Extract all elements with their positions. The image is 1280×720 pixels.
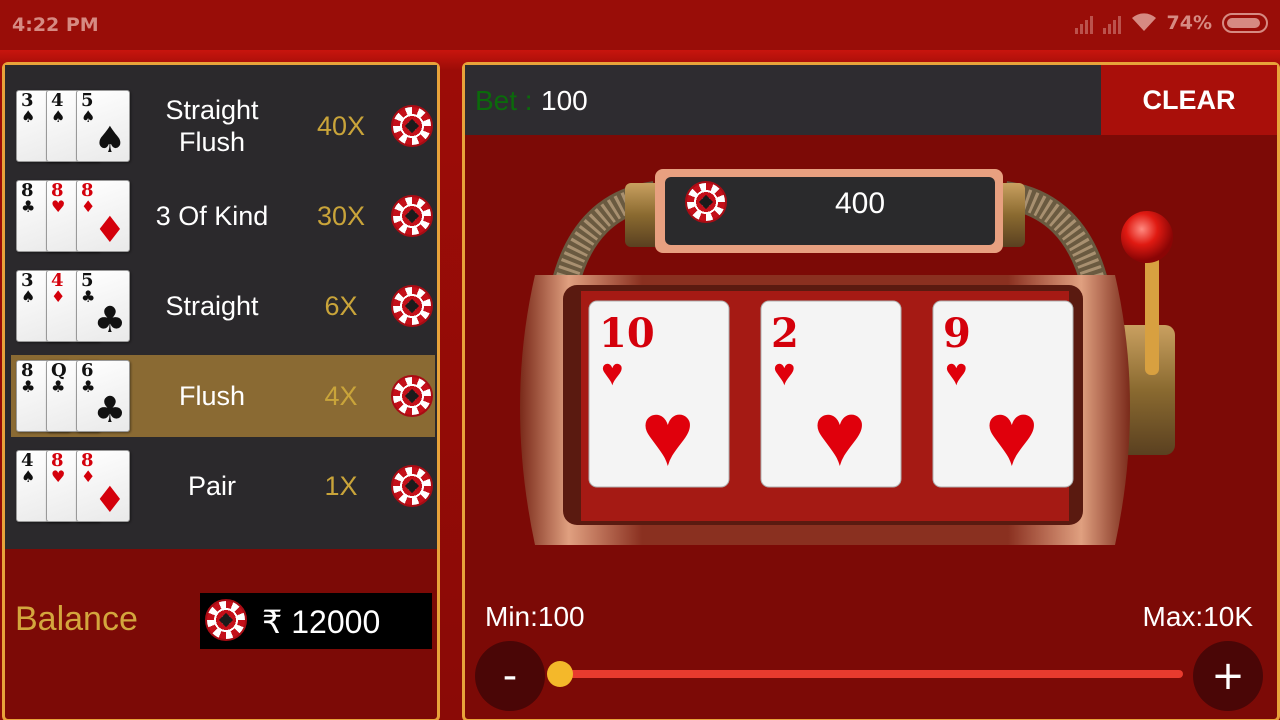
status-time: 4:22 PM bbox=[12, 14, 99, 36]
card-hand: 4 ♠ 8 ♥ 8 ♦ ♦ bbox=[16, 450, 136, 524]
payout-multiplier: 1X bbox=[324, 470, 358, 501]
paytable-row: 8 ♣ 8 ♥ 8 ♦ ♦ 3 Of Kind 30X bbox=[11, 175, 435, 257]
battery-percent: 74% bbox=[1166, 12, 1212, 34]
heart-icon: ♥ bbox=[641, 385, 694, 485]
reel-card: 10♥♥ bbox=[588, 300, 730, 488]
paytable-row: 3 ♠ 4 ♠ 5 ♠ ♠ Straight Flush 40X bbox=[11, 85, 435, 167]
balance-display: ₹ 12000 bbox=[200, 593, 432, 649]
battery-icon bbox=[1222, 13, 1268, 33]
card-suit-icon: ♥ bbox=[51, 467, 66, 486]
paytable-row: 3 ♠ 4 ♦ 5 ♣ ♣ Straight 6X bbox=[11, 265, 435, 347]
signal-icon bbox=[1102, 12, 1121, 34]
right-panel: Bet : 100 CLEAR 10 ♥ ♥ 2 ♥ ♥ 9 ♥ ♥ 400 M… bbox=[462, 62, 1280, 720]
heart-icon: ♥ bbox=[601, 352, 624, 394]
signal-icon bbox=[1074, 12, 1093, 34]
card-hand: 3 ♠ 4 ♦ 5 ♣ ♣ bbox=[16, 270, 136, 344]
heart-icon: ♥ bbox=[773, 352, 796, 394]
left-panel: 3 ♠ 4 ♠ 5 ♠ ♠ Straight Flush 40X 8 ♣ 8 ♥ 8 ♦ ♦ 3 Of Kind… bbox=[2, 62, 440, 720]
playing-card: 6 ♣ ♣ bbox=[76, 360, 130, 432]
clear-button[interactable]: CLEAR bbox=[1101, 65, 1277, 135]
card-suit-icon: ♣ bbox=[51, 377, 66, 396]
hand-name: Pair bbox=[187, 471, 236, 501]
chip-icon bbox=[391, 105, 433, 147]
hand-name: Straight bbox=[165, 291, 259, 321]
chip-icon bbox=[391, 375, 433, 417]
payout-multiplier: 30X bbox=[316, 200, 366, 231]
playing-card: 5 ♣ ♣ bbox=[76, 270, 130, 342]
card-suit-icon: ♣ bbox=[21, 377, 36, 396]
reels: 10♥♥2♥♥9♥♥ bbox=[588, 300, 1074, 488]
decrease-bet-button[interactable]: - bbox=[475, 641, 545, 711]
chip-icon bbox=[685, 181, 727, 223]
status-icons: 74% bbox=[1074, 12, 1268, 34]
heart-icon: ♥ bbox=[985, 385, 1038, 485]
card-hand: 3 ♠ 4 ♠ 5 ♠ ♠ bbox=[16, 90, 136, 164]
card-suit-icon: ♠ bbox=[51, 107, 66, 126]
paytable-row: 8 ♣ Q ♣ 6 ♣ ♣ Flush 4X bbox=[11, 355, 435, 437]
card-suit-icon: ♠ bbox=[21, 287, 36, 306]
paytable-row: 4 ♠ 8 ♥ 8 ♦ ♦ Pair 1X bbox=[11, 445, 435, 527]
chip-icon bbox=[391, 285, 433, 327]
card-suit-icon: ♦ bbox=[93, 480, 126, 521]
bet-bar: Bet : 100 bbox=[465, 65, 1101, 135]
chip-icon bbox=[391, 195, 433, 237]
card-rank: 2 bbox=[771, 310, 799, 357]
increase-bet-button[interactable]: + bbox=[1193, 641, 1263, 711]
playing-card: 5 ♠ ♠ bbox=[76, 90, 130, 162]
payout-multiplier: 4X bbox=[324, 380, 358, 411]
reel-card: 2♥♥ bbox=[760, 300, 902, 488]
card-suit-icon: ♠ bbox=[21, 107, 36, 126]
wifi-icon bbox=[1131, 13, 1156, 31]
card-rank: 9 bbox=[943, 310, 971, 357]
payout-multiplier: 40X bbox=[316, 110, 366, 141]
pot-value: 400 bbox=[834, 187, 886, 220]
reel-card: 9♥♥ bbox=[932, 300, 1074, 488]
card-hand: 8 ♣ 8 ♥ 8 ♦ ♦ bbox=[16, 180, 136, 254]
card-suit-icon: ♠ bbox=[21, 467, 36, 486]
lever-arm[interactable] bbox=[1145, 255, 1159, 375]
bet-value: 100 bbox=[541, 85, 588, 116]
bet-slider-thumb[interactable] bbox=[547, 661, 573, 687]
payout-multiplier: 6X bbox=[324, 290, 358, 321]
status-bar: 4:22 PM 74% bbox=[0, 0, 1280, 50]
card-suit-icon: ♦ bbox=[51, 287, 66, 306]
chip-icon bbox=[391, 465, 433, 507]
card-suit-icon: ♣ bbox=[93, 390, 126, 431]
card-suit-icon: ♥ bbox=[51, 197, 66, 216]
hand-name: Flush bbox=[178, 381, 246, 411]
card-suit-icon: ♠ bbox=[93, 120, 126, 161]
balance-value: ₹ 12000 bbox=[262, 604, 381, 640]
playing-card: 8 ♦ ♦ bbox=[76, 450, 130, 522]
max-label: Max:10K bbox=[1142, 601, 1254, 632]
paytable: 3 ♠ 4 ♠ 5 ♠ ♠ Straight Flush 40X 8 ♣ 8 ♥ 8 ♦ ♦ 3 Of Kind… bbox=[5, 65, 437, 549]
playing-card: 8 ♦ ♦ bbox=[76, 180, 130, 252]
heart-icon: ♥ bbox=[945, 352, 968, 394]
card-suit-icon: ♣ bbox=[21, 197, 36, 216]
card-hand: 8 ♣ Q ♣ 6 ♣ ♣ bbox=[16, 360, 136, 434]
card-rank: 10 bbox=[599, 310, 655, 357]
heart-icon: ♥ bbox=[813, 385, 866, 485]
lever-knob[interactable] bbox=[1121, 211, 1173, 263]
bet-label: Bet : bbox=[475, 85, 533, 116]
hand-name: 3 Of Kind bbox=[155, 201, 269, 231]
min-label: Min:100 bbox=[485, 601, 585, 632]
card-suit-icon: ♣ bbox=[93, 300, 126, 341]
chip-icon bbox=[205, 599, 247, 641]
slot-machine[interactable]: 10♥♥2♥♥9♥♥ bbox=[505, 165, 1205, 565]
bet-slider-track[interactable] bbox=[555, 670, 1183, 678]
card-suit-icon: ♦ bbox=[93, 210, 126, 251]
hand-name: Straight Flush bbox=[165, 95, 259, 157]
balance-label: Balance bbox=[15, 600, 138, 638]
